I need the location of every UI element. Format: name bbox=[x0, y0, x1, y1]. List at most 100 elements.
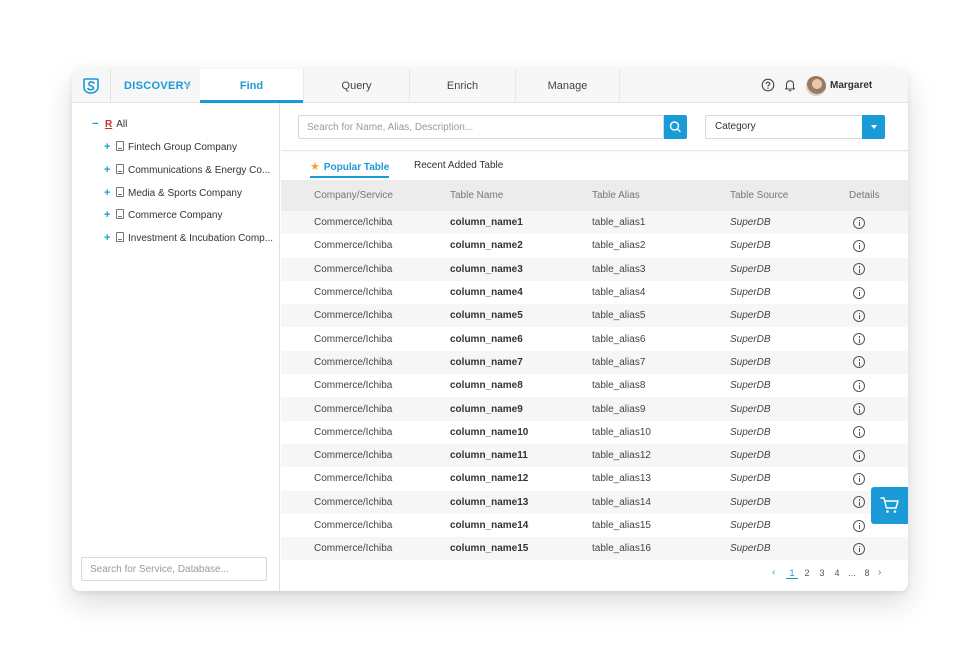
category-dropdown-button[interactable] bbox=[862, 115, 885, 139]
expand-icon[interactable]: + bbox=[104, 185, 114, 201]
category-select[interactable]: Category bbox=[705, 115, 863, 139]
info-icon[interactable] bbox=[853, 286, 865, 299]
table-row[interactable]: Commerce/Ichiba column_name4 table_alias4 S… bbox=[281, 280, 908, 305]
info-icon[interactable] bbox=[853, 263, 865, 276]
cell-company: Commerce/Ichiba bbox=[314, 333, 393, 345]
cell-table-source: SuperDB bbox=[730, 426, 771, 438]
column-header-table-name[interactable]: Table Name bbox=[450, 180, 592, 211]
expand-icon[interactable]: + bbox=[104, 230, 114, 246]
tab-manage[interactable]: Manage bbox=[516, 69, 620, 103]
table-row[interactable]: Commerce/Ichiba column_name3 table_alias3 S… bbox=[281, 257, 908, 281]
table-row[interactable]: Commerce/Ichiba column_name14 table_alias1… bbox=[281, 513, 908, 538]
table-row[interactable]: Commerce/Ichiba column_name7 table_alias7 S… bbox=[281, 350, 908, 375]
table-row[interactable]: Commerce/Ichiba column_name9 table_alias9 S… bbox=[281, 397, 908, 421]
info-icon[interactable] bbox=[853, 519, 865, 532]
chevron-down-icon[interactable] bbox=[185, 84, 191, 88]
table-row[interactable]: Commerce/Ichiba column_name12 table_alias1… bbox=[281, 467, 908, 491]
tab-query[interactable]: Query bbox=[304, 69, 410, 103]
cell-table-name[interactable]: column_name14 bbox=[450, 514, 592, 537]
table-row[interactable]: Commerce/Ichiba column_name1 table_alias1 S… bbox=[281, 211, 908, 235]
cell-table-source: SuperDB bbox=[730, 473, 771, 485]
brand-dropdown[interactable]: DISCOVERY bbox=[124, 69, 191, 103]
page-2[interactable]: 2 bbox=[801, 568, 813, 578]
cell-table-name[interactable]: column_name6 bbox=[450, 327, 592, 350]
cell-table-alias: table_alias16 bbox=[592, 543, 651, 555]
page-1[interactable]: 1 bbox=[786, 568, 798, 579]
info-icon[interactable] bbox=[853, 426, 865, 439]
cell-table-name[interactable]: column_name5 bbox=[450, 304, 592, 327]
table-row[interactable]: Commerce/Ichiba column_name15 table_alias1… bbox=[281, 537, 908, 561]
info-icon[interactable] bbox=[853, 449, 865, 462]
user-name[interactable]: Margaret Moreno bbox=[830, 69, 908, 125]
tree-item-commerce[interactable]: + Commerce Company bbox=[104, 207, 222, 223]
info-icon[interactable] bbox=[853, 472, 865, 485]
phone-icon bbox=[116, 232, 124, 242]
cell-table-name[interactable]: column_name7 bbox=[450, 351, 592, 374]
page-4[interactable]: 4 bbox=[831, 568, 843, 578]
cell-table-name[interactable]: column_name1 bbox=[450, 211, 592, 234]
avatar[interactable] bbox=[806, 76, 826, 96]
cell-table-alias: table_alias5 bbox=[592, 310, 646, 322]
cell-table-name[interactable]: column_name8 bbox=[450, 374, 592, 397]
tree-item-fintech[interactable]: + Fintech Group Company bbox=[104, 139, 237, 155]
search-input[interactable] bbox=[298, 115, 664, 139]
help-icon[interactable] bbox=[761, 78, 775, 92]
cell-table-name[interactable]: column_name11 bbox=[450, 444, 592, 467]
cell-table-name[interactable]: column_name2 bbox=[450, 234, 592, 257]
cell-details bbox=[849, 258, 908, 281]
info-icon[interactable] bbox=[853, 239, 865, 252]
expand-icon[interactable]: + bbox=[104, 162, 114, 178]
cell-company: Commerce/Ichiba bbox=[314, 403, 393, 415]
info-icon[interactable] bbox=[853, 496, 865, 509]
next-page-icon[interactable]: › bbox=[878, 567, 881, 578]
tree-item-investment[interactable]: + Investment & Incubation Comp... bbox=[104, 230, 273, 246]
tree-item-communications[interactable]: + Communications & Energy Co... bbox=[104, 162, 270, 178]
tree-item-label: Communications & Energy Co... bbox=[128, 165, 271, 176]
tab-find[interactable]: Find bbox=[200, 69, 304, 103]
expand-icon[interactable]: + bbox=[104, 207, 114, 223]
table-row[interactable]: Commerce/Ichiba column_name5 table_alias5 S… bbox=[281, 304, 908, 328]
table-row[interactable]: Commerce/Ichiba column_name2 table_alias2 S… bbox=[281, 234, 908, 258]
tree-item-all[interactable]: − R All bbox=[92, 116, 127, 132]
cell-table-alias: table_alias3 bbox=[592, 263, 646, 275]
table-body: Commerce/Ichiba column_name1 table_alias1 S… bbox=[281, 211, 908, 561]
cell-table-name[interactable]: column_name3 bbox=[450, 258, 592, 281]
collapse-icon[interactable]: − bbox=[92, 116, 102, 132]
info-icon[interactable] bbox=[853, 309, 865, 322]
info-icon[interactable] bbox=[853, 216, 865, 229]
table-row[interactable]: Commerce/Ichiba column_name11 table_alias1… bbox=[281, 443, 908, 468]
cell-table-name[interactable]: column_name9 bbox=[450, 397, 592, 420]
column-header-table-alias[interactable]: Table Alias bbox=[592, 180, 730, 211]
table-row[interactable]: Commerce/Ichiba column_name8 table_alias8 S… bbox=[281, 374, 908, 398]
info-icon[interactable] bbox=[853, 333, 865, 346]
page-8[interactable]: 8 bbox=[861, 568, 873, 578]
page-3[interactable]: 3 bbox=[816, 568, 828, 578]
cell-table-name[interactable]: column_name10 bbox=[450, 421, 592, 444]
tree-item-media[interactable]: + Media & Sports Company bbox=[104, 185, 242, 201]
tab-recent-added-table[interactable]: Recent Added Table bbox=[414, 160, 503, 178]
phone-icon bbox=[116, 209, 124, 219]
tab-popular-table[interactable]: ★ Popular Table bbox=[310, 160, 390, 178]
tab-enrich[interactable]: Enrich bbox=[410, 69, 516, 103]
app-logo-icon[interactable] bbox=[81, 76, 101, 96]
info-icon[interactable] bbox=[853, 403, 865, 416]
cell-table-alias: table_alias2 bbox=[592, 240, 646, 252]
table-row[interactable]: Commerce/Ichiba column_name10 table_alias1… bbox=[281, 420, 908, 444]
column-header-company[interactable]: Company/Service bbox=[281, 180, 450, 211]
cart-button[interactable] bbox=[871, 487, 908, 524]
expand-icon[interactable]: + bbox=[104, 139, 114, 155]
table-row[interactable]: Commerce/Ichiba column_name13 table_alias1… bbox=[281, 490, 908, 514]
column-header-table-source[interactable]: Table Source bbox=[730, 180, 849, 211]
cell-table-name[interactable]: column_name12 bbox=[450, 467, 592, 490]
prev-page-icon[interactable]: ‹ bbox=[772, 567, 775, 578]
cell-table-name[interactable]: column_name15 bbox=[450, 537, 592, 560]
search-button[interactable] bbox=[664, 115, 687, 139]
table-row[interactable]: Commerce/Ichiba column_name6 table_alias6 S… bbox=[281, 327, 908, 351]
sidebar-search-input[interactable] bbox=[81, 557, 267, 581]
cell-table-name[interactable]: column_name4 bbox=[450, 281, 592, 304]
info-icon[interactable] bbox=[853, 542, 865, 555]
bell-icon[interactable] bbox=[783, 78, 797, 92]
info-icon[interactable] bbox=[853, 379, 865, 392]
info-icon[interactable] bbox=[853, 356, 865, 369]
cell-table-name[interactable]: column_name13 bbox=[450, 491, 592, 514]
